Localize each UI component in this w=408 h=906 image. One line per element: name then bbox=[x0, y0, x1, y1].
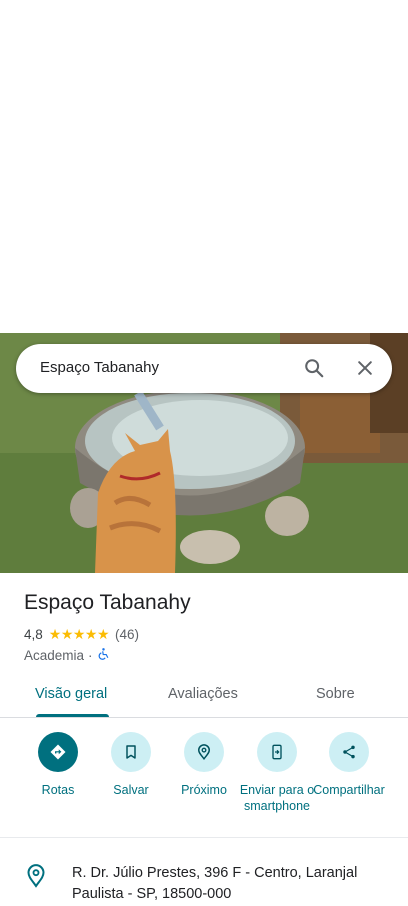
action-buttons: Rotas Salvar Próximo Enviar para o smart… bbox=[0, 730, 408, 838]
save-label: Salvar bbox=[113, 783, 149, 797]
nearby-icon bbox=[184, 732, 224, 772]
map-blank-area bbox=[0, 0, 408, 333]
nearby-label: Próximo bbox=[181, 783, 227, 797]
send-to-phone-label: Enviar para o smartphone bbox=[239, 783, 315, 813]
send-to-phone-icon bbox=[257, 732, 297, 772]
close-icon[interactable] bbox=[353, 356, 377, 380]
separator-dot: · bbox=[88, 647, 93, 663]
category-row: Academia · bbox=[24, 647, 110, 663]
save-button[interactable]: Salvar bbox=[91, 732, 171, 798]
directions-button[interactable]: Rotas bbox=[18, 732, 98, 798]
place-title: Espaço Tabanahy bbox=[24, 591, 191, 614]
place-tabs: Visão geral Avaliações Sobre bbox=[0, 672, 408, 718]
location-pin-icon bbox=[26, 864, 46, 888]
bookmark-icon bbox=[111, 732, 151, 772]
tab-visao-geral[interactable]: Visão geral bbox=[35, 686, 107, 702]
address-row[interactable]: R. Dr. Júlio Prestes, 396 F - Centro, La… bbox=[0, 839, 408, 906]
directions-label: Rotas bbox=[41, 783, 75, 797]
active-tab-indicator bbox=[36, 714, 109, 717]
rating-value: 4,8 bbox=[24, 626, 43, 642]
share-button[interactable]: Compartilhar bbox=[309, 732, 389, 798]
rating-row[interactable]: 4,8 ★★★★★ (46) bbox=[24, 626, 139, 642]
share-label: Compartilhar bbox=[313, 783, 385, 797]
directions-icon bbox=[38, 732, 78, 772]
search-icon[interactable] bbox=[302, 356, 326, 380]
address-text: R. Dr. Júlio Prestes, 396 F - Centro, La… bbox=[72, 865, 358, 902]
search-bar[interactable]: Espaço Tabanahy bbox=[16, 344, 392, 393]
wheelchair-accessible-icon bbox=[97, 647, 110, 664]
rating-stars: ★★★★★ bbox=[48, 625, 110, 642]
search-input[interactable]: Espaço Tabanahy bbox=[40, 359, 159, 376]
tab-sobre[interactable]: Sobre bbox=[316, 686, 355, 702]
nearby-button[interactable]: Próximo bbox=[164, 732, 244, 798]
tab-avaliacoes[interactable]: Avaliações bbox=[168, 686, 238, 702]
send-to-phone-button[interactable]: Enviar para o smartphone bbox=[237, 732, 317, 814]
share-icon bbox=[329, 732, 369, 772]
reviews-count: (46) bbox=[115, 626, 140, 642]
place-category: Academia bbox=[24, 647, 85, 663]
